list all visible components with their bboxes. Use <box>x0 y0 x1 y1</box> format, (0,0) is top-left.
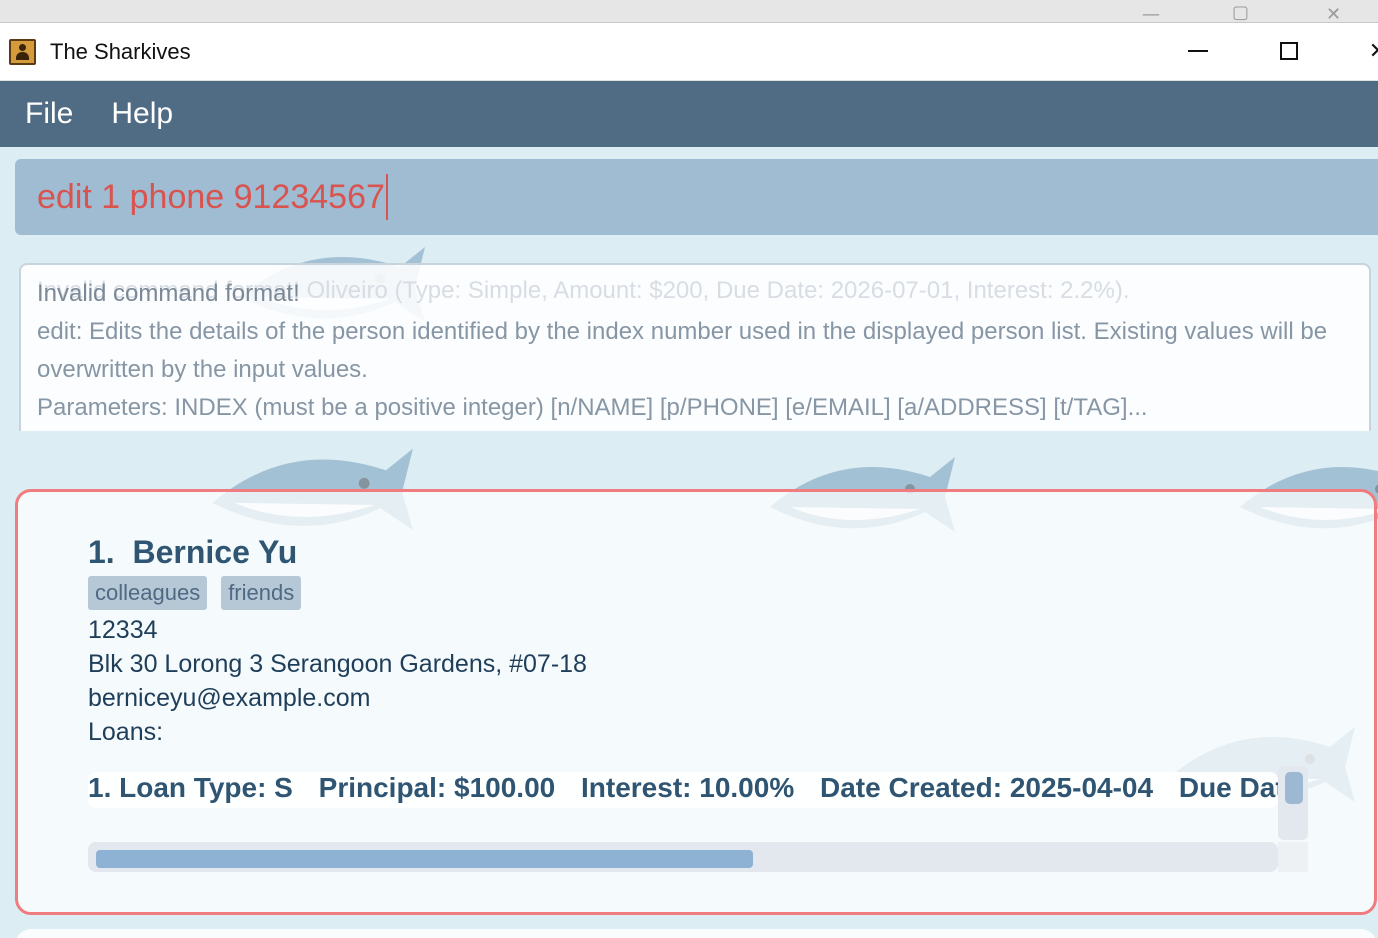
maximize-button[interactable] <box>1269 33 1309 69</box>
menu-bar: File Help <box>0 81 1378 147</box>
result-display[interactable]: Invalid command format! Oliveiro (Type: … <box>19 263 1371 431</box>
background-window-titlebar: — ▢ ✕ <box>0 0 1378 25</box>
tag-list: colleagues friends <box>88 576 302 610</box>
loan-type: 1. Loan Type: S <box>88 772 293 803</box>
result-line: Invalid command format! <box>37 280 300 307</box>
result-line: overwritten by the input values. <box>37 356 368 383</box>
tag-badge: colleagues <box>88 576 208 610</box>
person-card[interactable]: 1. Bernice Yu colleagues friends 12334 B… <box>15 489 1377 915</box>
command-text: edit 1 phone 91234567 <box>37 177 385 216</box>
loan-interest: Interest: 10.00% <box>581 772 795 803</box>
close-button[interactable]: ✕ <box>1358 33 1378 69</box>
minimize-icon <box>1188 50 1208 52</box>
horizontal-scrollbar[interactable] <box>88 842 1278 872</box>
title-bar: The Sharkives ✕ <box>0 23 1378 81</box>
menu-file[interactable]: File <box>25 97 73 131</box>
result-lines: Invalid command format! edit: Edits the … <box>37 275 1353 427</box>
loans-label: Loans: <box>88 718 164 746</box>
minimize-button[interactable] <box>1178 33 1218 69</box>
next-person-card[interactable] <box>15 929 1377 938</box>
text-caret <box>385 174 388 220</box>
scrollbar-corner <box>1278 842 1308 872</box>
person-name: Bernice Yu <box>132 534 298 570</box>
command-input[interactable]: edit 1 phone 91234567 <box>15 159 1378 235</box>
person-index: 1. <box>88 534 115 570</box>
horizontal-scroll-thumb[interactable] <box>96 850 753 868</box>
close-icon: ✕ <box>1369 39 1378 64</box>
loan-principal: Principal: $100.00 <box>318 772 556 803</box>
loan-due-date: Due Date: <box>1178 772 1278 803</box>
menu-help[interactable]: Help <box>111 97 173 131</box>
person-email: berniceyu@example.com <box>88 684 371 712</box>
person-name-line: 1. Bernice Yu <box>88 534 297 571</box>
result-line: edit: Edits the details of the person id… <box>37 318 1328 345</box>
vertical-scroll-thumb[interactable] <box>1285 772 1303 804</box>
vertical-scrollbar[interactable] <box>1278 766 1308 840</box>
window-title: The Sharkives <box>50 39 191 64</box>
person-address: Blk 30 Lorong 3 Serangoon Gardens, #07-1… <box>88 650 587 678</box>
app-window: The Sharkives ✕ File Help <box>0 22 1378 938</box>
person-phone: 12334 <box>88 616 158 644</box>
background-maximize-icon: ▢ <box>1232 2 1250 23</box>
tag-badge: friends <box>221 576 302 610</box>
loan-row[interactable]: 1. Loan Type: S Principal: $100.00 Inter… <box>88 772 1278 808</box>
main-content: edit 1 phone 91234567 Invalid command fo… <box>0 147 1378 938</box>
loan-date-created: Date Created: 2025-04-04 <box>820 772 1154 803</box>
maximize-icon <box>1280 42 1298 60</box>
loan-list: 1. Loan Type: S Principal: $100.00 Inter… <box>88 766 1308 874</box>
result-line: Parameters: INDEX (must be a positive in… <box>37 394 1148 421</box>
address-book-icon <box>9 39 36 65</box>
